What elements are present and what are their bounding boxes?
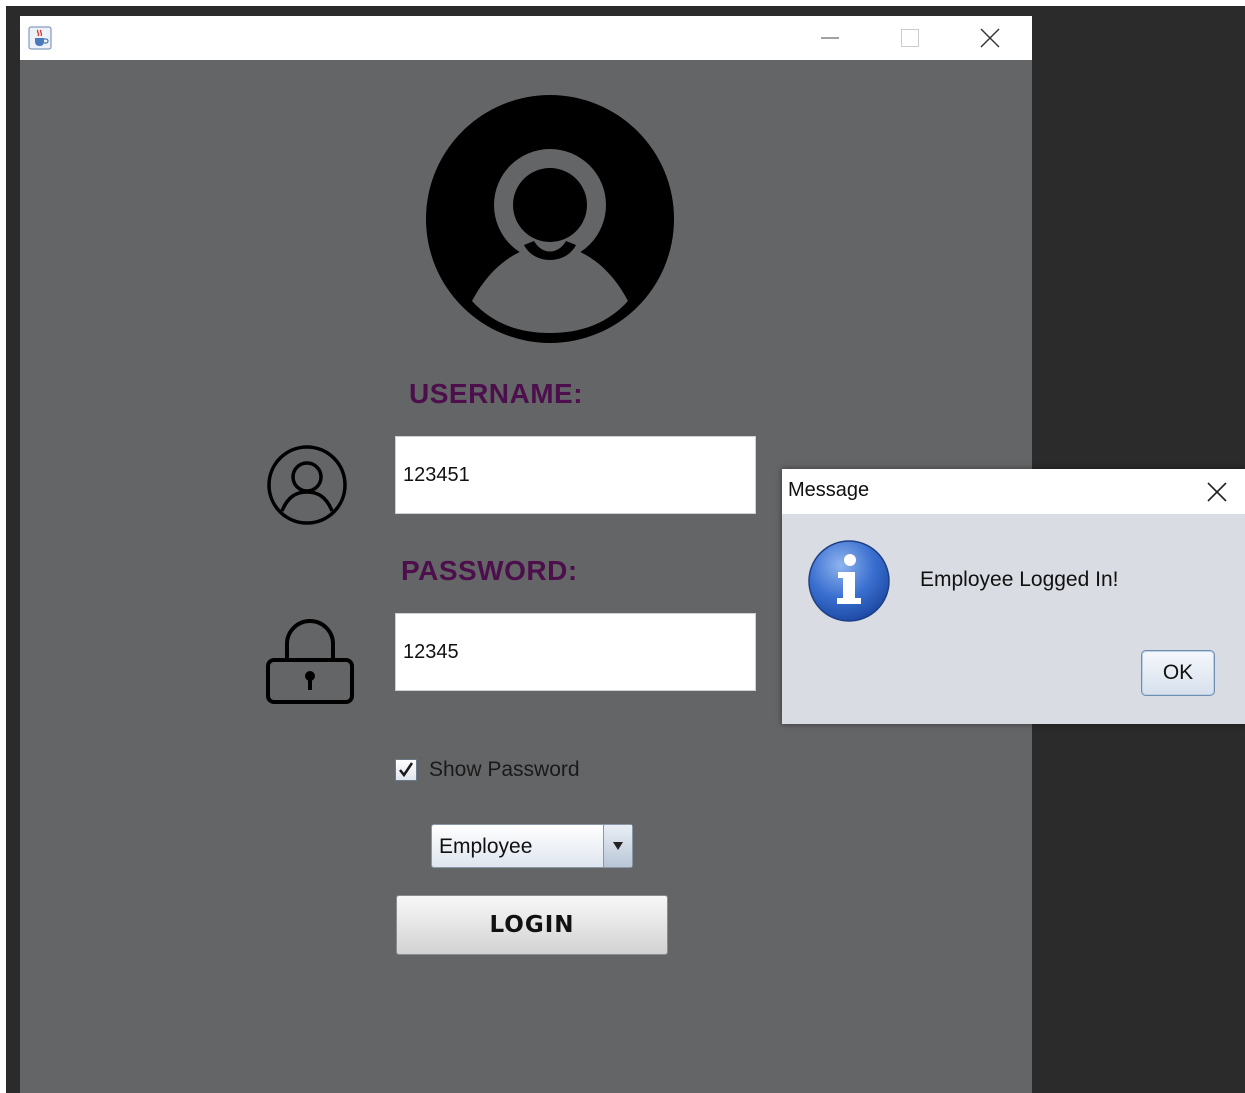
window-titlebar[interactable] bbox=[20, 16, 1032, 60]
user-circle-icon bbox=[267, 445, 347, 525]
username-input[interactable] bbox=[395, 436, 756, 514]
padlock-icon bbox=[266, 619, 354, 704]
info-icon bbox=[808, 540, 890, 622]
role-select-value: Employee bbox=[439, 835, 533, 858]
ok-button[interactable]: OK bbox=[1141, 650, 1215, 696]
maximize-icon bbox=[901, 29, 919, 47]
show-password-checkbox[interactable] bbox=[395, 759, 417, 781]
role-select[interactable]: Employee bbox=[431, 824, 633, 868]
checkmark-icon bbox=[399, 762, 414, 778]
password-input[interactable] bbox=[395, 613, 756, 691]
password-label: PASSWORD: bbox=[401, 555, 578, 586]
close-icon bbox=[980, 28, 1000, 48]
show-password-checkbox-row[interactable]: Show Password bbox=[395, 758, 580, 782]
dialog-title: Message bbox=[788, 479, 870, 501]
minimize-button[interactable] bbox=[800, 16, 860, 60]
minimize-icon bbox=[821, 37, 839, 39]
dropdown-button[interactable] bbox=[603, 825, 632, 867]
maximize-button[interactable] bbox=[880, 16, 940, 60]
user-avatar-icon bbox=[426, 95, 674, 343]
dialog-message: Employee Logged In! bbox=[920, 568, 1119, 591]
chevron-down-icon bbox=[613, 842, 623, 850]
show-password-label: Show Password bbox=[429, 758, 580, 781]
close-button[interactable] bbox=[960, 16, 1020, 60]
login-button[interactable]: LOGIN bbox=[396, 895, 668, 955]
java-cup-icon bbox=[28, 26, 52, 50]
close-icon bbox=[1207, 482, 1227, 502]
dialog-close-button[interactable] bbox=[1201, 476, 1233, 508]
username-label: USERNAME: bbox=[409, 378, 584, 409]
message-dialog: Message Employee Logged In! OK bbox=[782, 469, 1245, 724]
dialog-titlebar[interactable]: Message bbox=[782, 469, 1245, 514]
